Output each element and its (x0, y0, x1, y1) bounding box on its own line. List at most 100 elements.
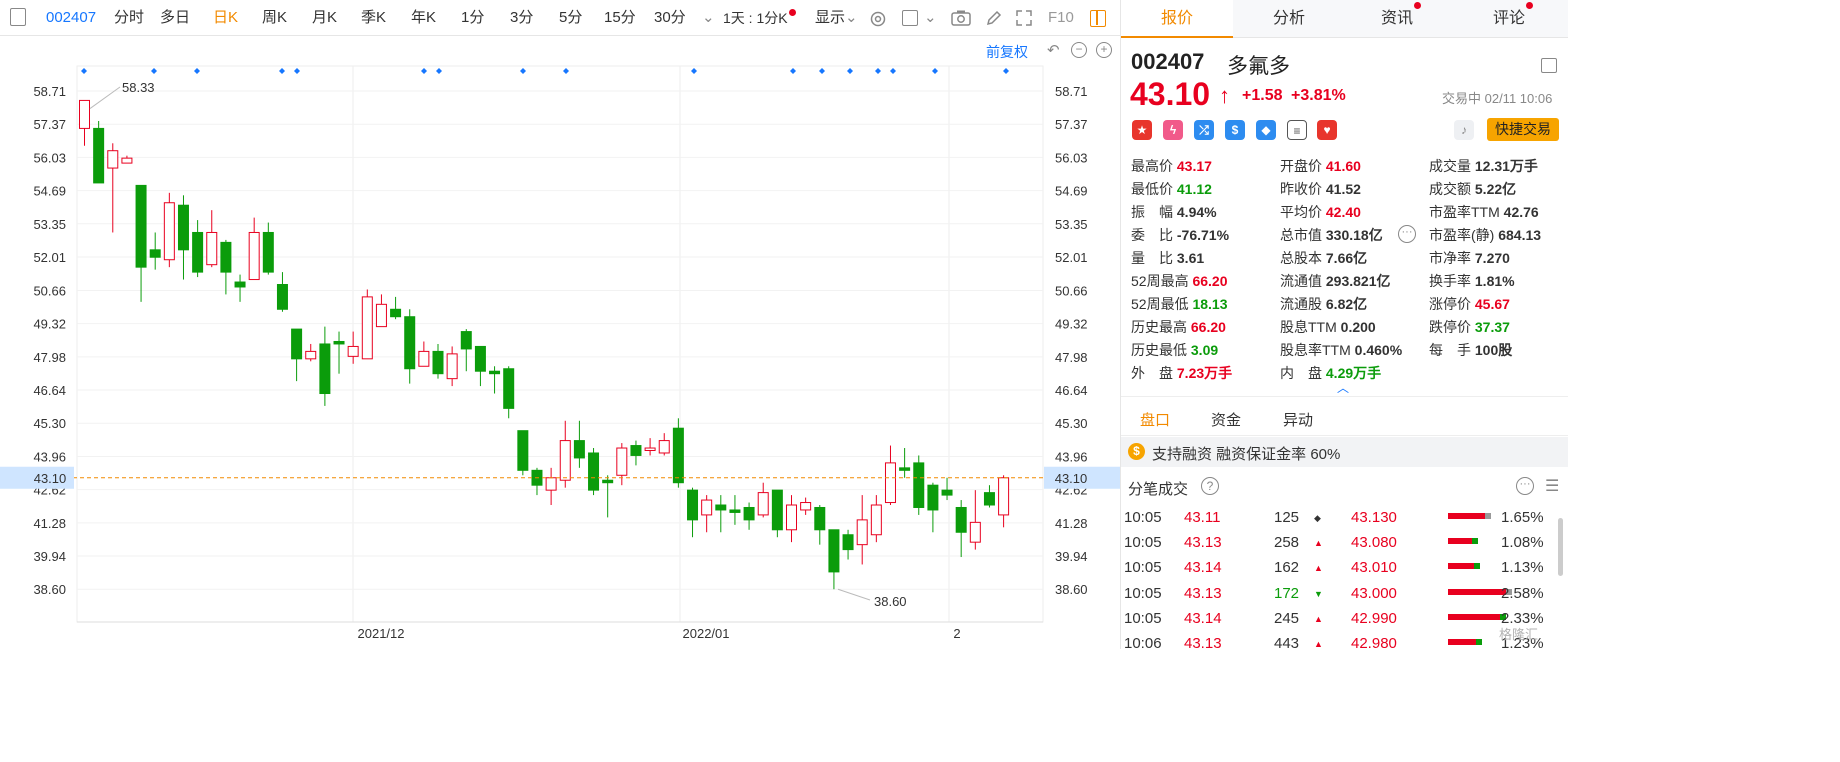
candle-down[interactable] (743, 506, 755, 521)
candle-up[interactable] (884, 462, 896, 504)
candle-up[interactable] (163, 202, 175, 261)
subtab-alerts[interactable]: 异动 (1283, 409, 1313, 430)
period-item-multiday[interactable]: 多日 (160, 9, 190, 27)
period-item-1min[interactable]: 1分 (461, 9, 484, 27)
candle-up[interactable] (305, 350, 317, 360)
candle-up[interactable] (248, 231, 260, 281)
ticks-scrollbar[interactable] (1558, 518, 1563, 576)
kline-chart[interactable]: 58.71 58.71 57.37 57.37 56.03 56.03 54.69 54.69… (0, 36, 1120, 649)
candle-down[interactable] (588, 452, 600, 491)
candle-up[interactable] (644, 447, 656, 452)
candle-down[interactable] (404, 316, 416, 370)
list-icon[interactable]: ☰ (1545, 476, 1559, 496)
shuffle-icon[interactable]: ⤮ (1194, 120, 1214, 140)
candle-down[interactable] (814, 506, 826, 531)
candle-up[interactable] (757, 492, 769, 516)
zoom-out-icon[interactable]: − (1071, 42, 1087, 58)
tag-icon[interactable]: ◆ (1256, 120, 1276, 140)
period-item-weekly[interactable]: 周K (262, 9, 287, 27)
period-item-yearly[interactable]: 年K (411, 9, 436, 27)
candle-down[interactable] (135, 184, 147, 268)
collapse-panel-icon[interactable] (1541, 58, 1557, 73)
price-restore-button[interactable]: 前复权 (986, 42, 1028, 62)
tick-row[interactable]: 10:05 43.11 125 ◆ 43.130 1.65% (1121, 506, 1561, 531)
bell-icon[interactable]: ♪ (1454, 120, 1474, 140)
candle-up[interactable] (701, 499, 713, 516)
candle-down[interactable] (899, 467, 911, 471)
lightning-icon[interactable]: ϟ (1163, 120, 1183, 140)
candle-down[interactable] (828, 529, 840, 573)
candle-up[interactable] (800, 502, 812, 511)
candle-down[interactable] (955, 506, 967, 533)
candle-down[interactable] (460, 331, 472, 350)
candle-down[interactable] (192, 231, 204, 273)
candle-down[interactable] (390, 308, 402, 318)
display-menu-button[interactable]: 显示⌄ (815, 9, 858, 27)
period-item-5min[interactable]: 5分 (559, 9, 582, 27)
candle-up[interactable] (870, 504, 882, 536)
candle-up[interactable] (206, 231, 218, 266)
notebook-icon[interactable]: ≡ (1287, 120, 1307, 140)
candle-down[interactable] (842, 534, 854, 551)
candle-down[interactable] (432, 350, 444, 375)
tab-analysis[interactable]: 分析 (1233, 0, 1345, 38)
candle-down[interactable] (93, 127, 105, 184)
stock-code-label[interactable]: 002407 (46, 9, 96, 27)
candle-down[interactable] (474, 345, 486, 372)
candle-up[interactable] (856, 519, 868, 546)
candle-down[interactable] (602, 479, 614, 484)
tab-comments[interactable]: 评论 (1457, 0, 1568, 38)
candle-down[interactable] (927, 484, 939, 511)
period-item-30min[interactable]: 30分 (654, 9, 686, 27)
candle-down[interactable] (276, 284, 288, 310)
tick-row[interactable]: 10:05 43.14 162 ▲ 43.010 1.13% (1121, 556, 1561, 581)
candle-up[interactable] (375, 303, 387, 328)
candle-down[interactable] (573, 440, 585, 459)
period-item-15min[interactable]: 15分 (604, 9, 636, 27)
subtab-orderbook[interactable]: 盘口 (1140, 409, 1170, 430)
candle-down[interactable] (687, 489, 699, 521)
candle-down[interactable] (489, 370, 501, 375)
candle-down[interactable] (319, 343, 331, 395)
candle-down[interactable] (517, 430, 529, 471)
candle-down[interactable] (262, 231, 274, 273)
candle-down[interactable] (913, 462, 925, 508)
candle-up[interactable] (446, 353, 458, 380)
candle-up[interactable] (658, 440, 670, 454)
tick-row[interactable]: 10:05 43.13 172 ▼ 43.000 2.58% (1121, 582, 1561, 607)
help-icon[interactable]: ? (1201, 477, 1219, 495)
square-icon[interactable] (902, 10, 918, 26)
chevron-up-icon[interactable]: ︿ (1337, 379, 1349, 396)
more-icon[interactable]: ··· (1516, 477, 1534, 495)
zoom-in-icon[interactable]: + (1096, 42, 1112, 58)
candle-up[interactable] (79, 99, 90, 129)
candle-up[interactable] (559, 440, 571, 481)
candle-down[interactable] (715, 504, 727, 511)
heart-icon[interactable]: ♥ (1317, 120, 1337, 140)
candle-up[interactable] (969, 521, 981, 543)
pen-icon[interactable] (985, 9, 1003, 27)
china-flag-icon[interactable]: ★ (1132, 120, 1152, 140)
minute-period-select[interactable]: 1天 : 1分K (723, 9, 796, 27)
candle-down[interactable] (983, 492, 995, 506)
chevron-down-icon[interactable]: ⌄ (702, 9, 715, 27)
gear-icon[interactable] (868, 9, 888, 29)
candle-up[interactable] (121, 157, 133, 164)
candle-up[interactable] (107, 150, 119, 169)
candle-down[interactable] (729, 509, 741, 513)
candle-down[interactable] (630, 445, 642, 456)
candle-up[interactable] (616, 447, 628, 476)
candle-down[interactable] (234, 281, 246, 288)
period-item-3min[interactable]: 3分 (510, 9, 533, 27)
tick-row[interactable]: 10:06 43.13 443 ▲ 42.980 1.23% (1121, 632, 1561, 649)
period-item-monthly[interactable]: 月K (312, 9, 337, 27)
period-item-daily[interactable]: 日K (213, 9, 238, 27)
sidebar-toggle-icon[interactable] (10, 8, 26, 26)
candle-down[interactable] (672, 427, 684, 484)
candle-down[interactable] (333, 340, 345, 345)
fullscreen-icon[interactable] (1015, 9, 1033, 27)
tick-row[interactable]: 10:05 43.13 258 ▲ 43.080 1.08% (1121, 531, 1561, 556)
quick-trade-button[interactable]: 快捷交易 (1487, 118, 1559, 141)
undo-icon[interactable]: ↶ (1047, 41, 1060, 59)
chevron-down-icon[interactable]: ⌄ (924, 9, 937, 27)
